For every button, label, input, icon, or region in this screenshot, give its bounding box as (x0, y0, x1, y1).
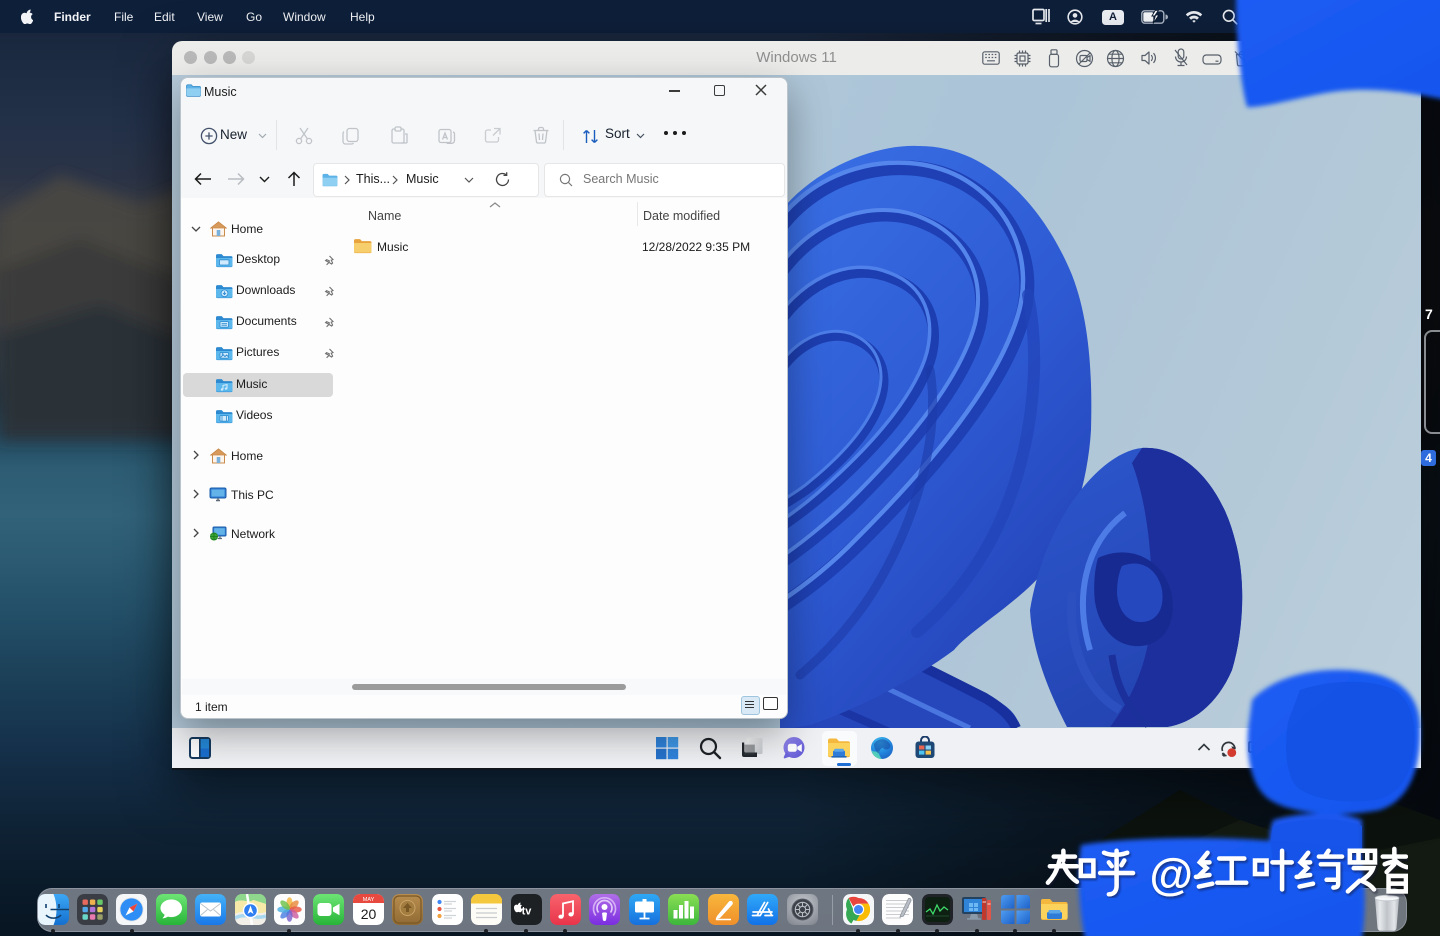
svg-text:20: 20 (361, 906, 377, 922)
svg-text:@: @ (1149, 850, 1192, 899)
svg-text:MAY: MAY (363, 897, 375, 903)
svg-text:tv: tv (521, 906, 532, 918)
